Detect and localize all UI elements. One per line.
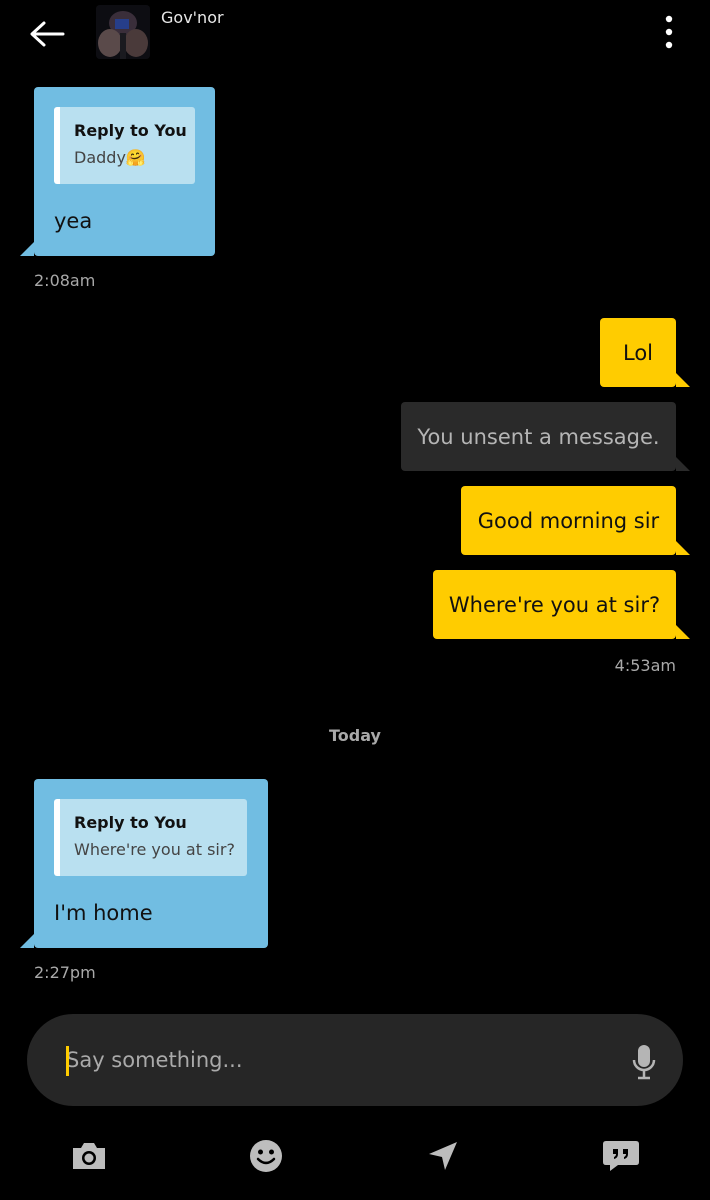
contact-name[interactable]: Gov'nor [161,8,224,27]
location-arrow-icon [429,1142,457,1170]
message-timestamp: 2:27pm [34,963,96,982]
profile-photo [96,5,150,59]
voice-message-button[interactable] [622,1040,666,1084]
bubble-tail [20,934,34,948]
message-input[interactable] [66,1040,606,1080]
date-separator: Today [329,726,381,745]
outgoing-message[interactable]: Good morning sir [461,486,676,555]
camera-icon [73,1143,105,1169]
reply-text: Where're you at sir? [74,840,235,859]
reply-quote[interactable]: Reply to You Where're you at sir? [54,799,247,876]
message-timestamp: 4:53am [614,656,676,675]
more-options-button[interactable] [654,12,684,52]
avatar[interactable] [96,5,150,59]
emoji-button[interactable] [242,1132,290,1180]
reply-quote[interactable]: Reply to You Daddy🤗 [54,107,195,184]
bubble-tail [676,373,690,387]
text-caret [66,1046,69,1076]
message-text: Lol [622,340,653,365]
microphone-icon [632,1045,656,1080]
message-timestamp: 2:08am [34,271,96,290]
incoming-message[interactable]: Reply to You Where're you at sir? I'm ho… [34,779,268,948]
bubble-tail [676,625,690,639]
back-button[interactable] [22,14,72,54]
message-text: I'm home [54,901,153,925]
message-text: You unsent a message. [417,424,660,449]
arrow-left-icon [30,21,65,47]
more-vertical-icon [665,15,673,49]
reply-title: Reply to You [74,121,187,140]
smiley-icon [250,1140,282,1172]
bubble-tail [20,242,34,256]
message-text: yea [54,209,93,233]
message-text: Good morning sir [477,508,660,533]
unsent-message: You unsent a message. [401,402,676,471]
share-location-button[interactable] [419,1132,467,1180]
reply-title: Reply to You [74,813,187,832]
bubble-tail [676,457,690,471]
reply-text: Daddy🤗 [74,148,146,167]
outgoing-message[interactable]: Lol [600,318,676,387]
bubble-tail [676,541,690,555]
camera-button[interactable] [65,1132,113,1180]
incoming-message[interactable]: Reply to You Daddy🤗 yea [34,87,215,256]
saved-phrases-icon [603,1141,639,1171]
outgoing-message[interactable]: Where're you at sir? [433,570,676,639]
message-text: Where're you at sir? [448,592,661,617]
saved-phrases-button[interactable] [597,1132,645,1180]
